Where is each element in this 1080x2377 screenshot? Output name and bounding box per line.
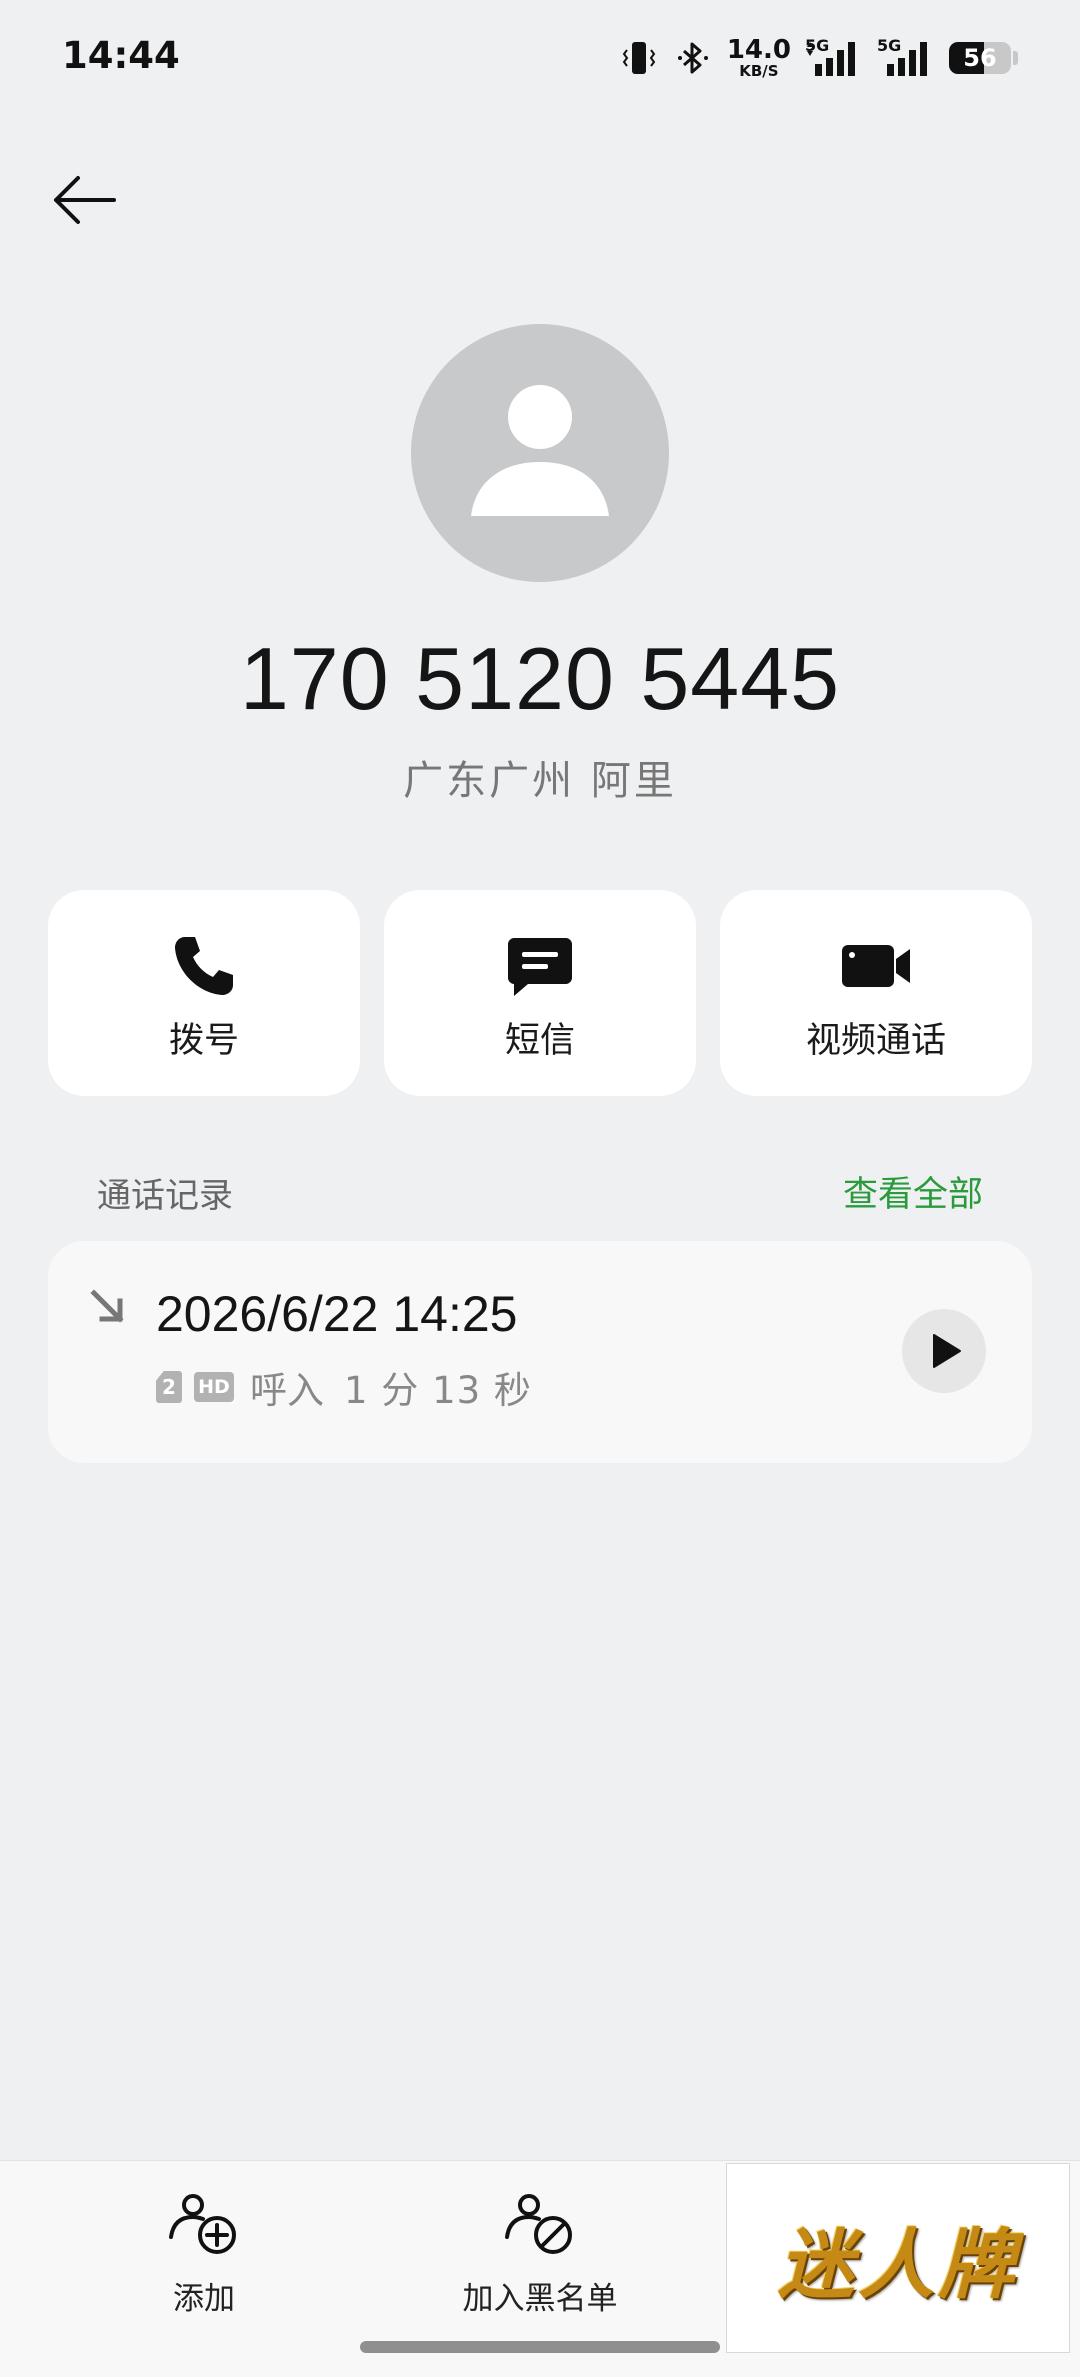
add-contact-label: 添加 — [173, 2281, 235, 2317]
add-contact-button[interactable]: 添加 — [54, 2189, 354, 2329]
status-icons: 14.0 KB/S 5G 5G 56 — [619, 36, 1018, 80]
video-call-label: 视频通话 — [805, 1021, 946, 1061]
signal-icon — [887, 42, 927, 76]
block-contact-icon — [505, 2194, 572, 2254]
phone-number: 170 5120 5445 — [239, 629, 841, 728]
person-icon — [471, 385, 609, 516]
dial-label: 拨号 — [168, 1021, 239, 1061]
sim1-signal: 5G — [805, 36, 863, 78]
signal-icon — [807, 42, 855, 76]
back-button[interactable] — [44, 160, 124, 240]
sms-button[interactable]: 短信 — [384, 890, 696, 1096]
status-time: 14:44 — [62, 34, 180, 77]
blacklist-label: 加入黑名单 — [462, 2281, 618, 2317]
contact-avatar — [411, 324, 669, 582]
network-speed-unit: KB/S — [739, 62, 779, 80]
back-arrow-icon — [54, 176, 116, 224]
home-indicator[interactable] — [360, 2341, 720, 2353]
video-camera-icon — [840, 930, 912, 1002]
hd-badge: HD — [194, 1372, 234, 1402]
dial-button[interactable]: 拨号 — [48, 890, 360, 1096]
sim-card-icon: 2 — [156, 1371, 182, 1403]
video-call-button[interactable]: 视频通话 — [720, 890, 1032, 1096]
call-log-entry[interactable]: 2026/6/22 14:25 2 HD 呼入 1 分 13 秒 — [48, 1241, 1032, 1463]
action-row: 拨号 短信 视频通话 — [48, 890, 1032, 1096]
vibrate-icon — [622, 42, 656, 74]
play-recording-button[interactable] — [902, 1309, 986, 1393]
view-all-link[interactable]: 查看全部 — [843, 1166, 983, 1217]
number-location: 广东广州 阿里 — [403, 758, 677, 804]
brand-logo-text: 迷人牌 — [778, 2220, 1018, 2309]
network-speed: 14.0 KB/S — [727, 37, 791, 79]
play-icon — [933, 1334, 961, 1368]
call-duration: 1 分 13 秒 — [344, 1369, 532, 1412]
status-bar: 14:44 14.0 KB/S 5G 5G 56 — [0, 0, 1080, 116]
battery-icon: 56 — [949, 42, 1011, 74]
call-meta: 2 HD 呼入 1 分 13 秒 — [156, 1365, 532, 1412]
sim2-signal: 5G — [877, 36, 935, 78]
incoming-arrow-icon — [90, 1289, 124, 1323]
add-contact-icon — [169, 2194, 236, 2254]
blacklist-button[interactable]: 加入黑名单 — [390, 2189, 690, 2329]
network-speed-value: 14.0 — [726, 35, 791, 65]
bluetooth-icon — [677, 42, 708, 74]
call-log-title: 通话记录 — [97, 1176, 233, 1216]
message-icon — [504, 930, 576, 1002]
brand-logo: 迷人牌 — [726, 2163, 1070, 2353]
battery-tip — [1013, 51, 1018, 65]
sms-label: 短信 — [504, 1021, 575, 1061]
call-time: 2026/6/22 14:25 — [156, 1286, 518, 1342]
call-type: 呼入 — [250, 1369, 324, 1412]
phone-icon — [168, 930, 240, 1002]
battery-level: 56 — [963, 44, 997, 72]
